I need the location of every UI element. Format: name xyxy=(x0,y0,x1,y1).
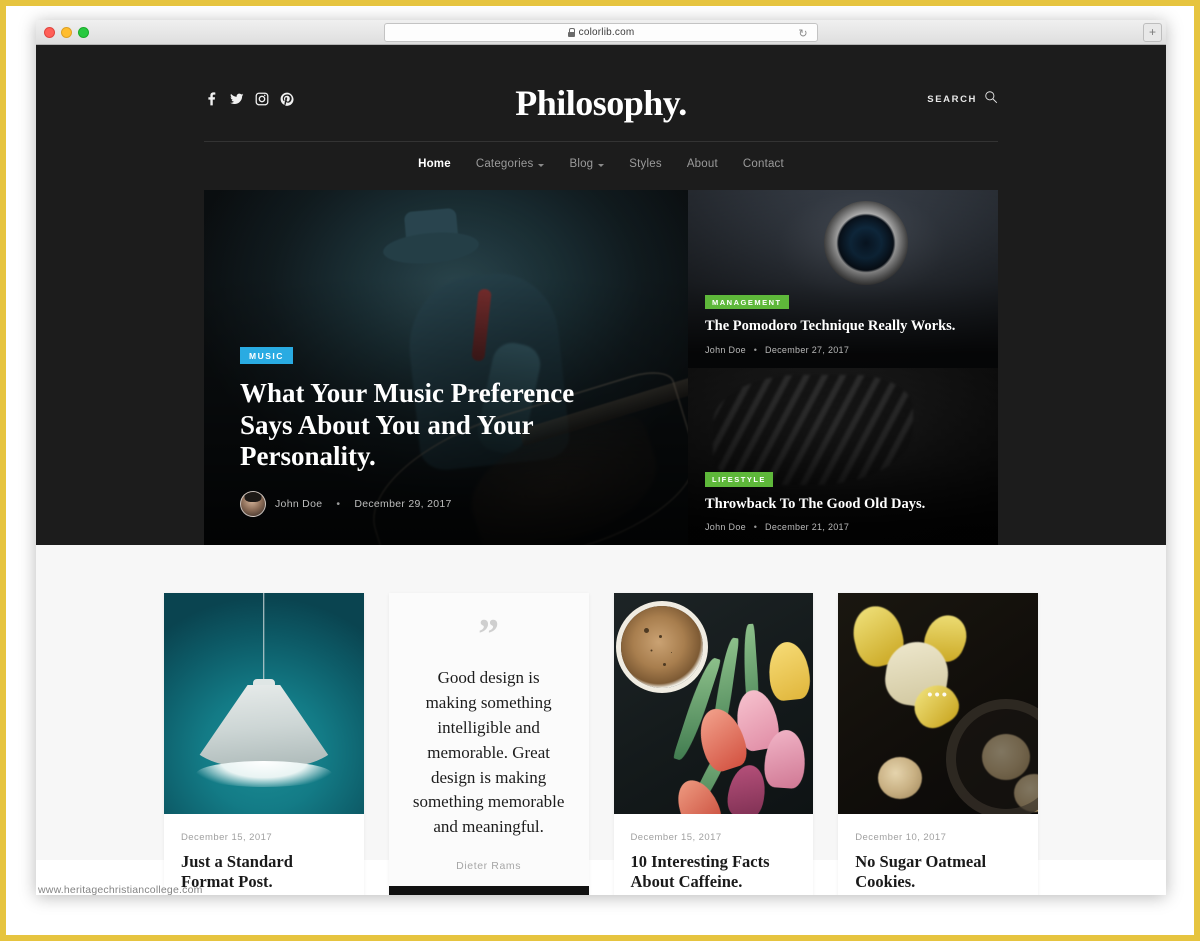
nav-item-contact[interactable]: Contact xyxy=(743,158,784,170)
nav-label: Categories xyxy=(475,158,534,170)
close-window-button[interactable] xyxy=(44,26,55,38)
hero-side-column: MANAGEMENT The Pomodoro Technique Really… xyxy=(688,190,998,545)
post-title[interactable]: 10 Interesting Facts About Caffeine. xyxy=(631,852,797,892)
side-post-meta: John Doe • December 27, 2017 xyxy=(705,345,981,355)
post-thumbnail-coffee[interactable] xyxy=(613,593,814,814)
reload-icon[interactable]: ↻ xyxy=(797,28,809,40)
main-navigation: Home Categories Blog Styles About Contac… xyxy=(36,142,1166,190)
next-card-peek xyxy=(388,886,589,895)
meta-separator: • xyxy=(753,344,758,355)
post-date: December 27, 2017 xyxy=(765,344,850,355)
hero-side-card-pomodoro[interactable]: MANAGEMENT The Pomodoro Technique Really… xyxy=(688,190,998,368)
site-logo[interactable]: Philosophy. xyxy=(515,85,687,121)
featured-post-meta: John Doe • December 29, 2017 xyxy=(240,491,652,517)
website-viewport: SEARCH Philosophy. Home Categories Blog xyxy=(36,45,1166,895)
maximize-window-button[interactable] xyxy=(78,26,89,38)
nav-item-about[interactable]: About xyxy=(687,158,718,170)
hero-section: MUSIC What Your Music Preference Says Ab… xyxy=(36,190,1166,545)
category-badge-lifestyle[interactable]: LIFESTYLE xyxy=(705,472,773,487)
post-date: December 29, 2017 xyxy=(354,498,452,510)
post-card-caffeine[interactable]: December 15, 2017 10 Interesting Facts A… xyxy=(613,593,814,895)
search-icon[interactable] xyxy=(984,90,998,109)
new-tab-button[interactable]: + xyxy=(1143,23,1162,42)
nav-label: Contact xyxy=(742,158,784,170)
social-links[interactable] xyxy=(204,92,294,107)
pinterest-icon[interactable] xyxy=(279,92,294,107)
post-thumbnail-lamp[interactable] xyxy=(164,593,364,814)
nav-item-styles[interactable]: Styles xyxy=(629,158,662,170)
post-date: December 21, 2017 xyxy=(765,522,850,532)
window-controls[interactable] xyxy=(44,26,89,38)
search-button[interactable]: SEARCH xyxy=(927,90,998,109)
post-card-standard-format[interactable]: December 15, 2017 Just a Standard Format… xyxy=(164,593,364,895)
featured-post-card[interactable]: MUSIC What Your Music Preference Says Ab… xyxy=(204,190,688,545)
site-header: SEARCH Philosophy. Home Categories Blog xyxy=(36,45,1166,190)
facebook-icon[interactable] xyxy=(204,92,219,107)
nav-label: Styles xyxy=(629,158,662,170)
author-name[interactable]: John Doe xyxy=(705,345,746,355)
author-name[interactable]: John Doe xyxy=(705,522,746,532)
nav-label: About xyxy=(686,158,718,170)
side-post-title[interactable]: The Pomodoro Technique Really Works. xyxy=(705,318,981,335)
quote-post-card[interactable]: ” Good design is making something intell… xyxy=(388,593,589,895)
hero-side-card-throwback[interactable]: LIFESTYLE Throwback To The Good Old Days… xyxy=(688,367,998,545)
minimize-window-button[interactable] xyxy=(61,26,72,38)
post-date: December 15, 2017 xyxy=(181,832,273,843)
url-text: colorlib.com xyxy=(578,27,635,38)
chevron-down-icon xyxy=(538,163,545,167)
featured-post-title[interactable]: What Your Music Preference Says About Yo… xyxy=(240,378,580,473)
watermark-text: www.heritagechristiancollege.com xyxy=(38,884,203,896)
nav-item-blog[interactable]: Blog xyxy=(569,158,605,170)
post-date: December 15, 2017 xyxy=(630,832,722,843)
author-name[interactable]: John Doe xyxy=(275,498,322,510)
address-bar[interactable]: colorlib.com ↻ xyxy=(384,23,818,42)
post-date: December 10, 2017 xyxy=(855,832,947,843)
quote-author: Dieter Rams xyxy=(456,860,522,873)
twitter-icon[interactable] xyxy=(229,92,244,107)
post-title[interactable]: No Sugar Oatmeal Cookies. xyxy=(855,852,1021,892)
nav-item-home[interactable]: Home xyxy=(418,158,451,170)
quote-icon: ” xyxy=(478,612,500,658)
nav-label: Blog xyxy=(569,158,594,170)
side-post-meta: John Doe • December 21, 2017 xyxy=(705,522,981,532)
category-badge-management[interactable]: MANAGEMENT xyxy=(705,294,789,310)
nav-label: Home xyxy=(418,158,451,170)
post-thumbnail-cookies[interactable]: ••• xyxy=(838,593,1038,814)
quote-text: Good design is making something intellig… xyxy=(412,668,565,837)
chevron-down-icon xyxy=(598,163,605,167)
browser-window: colorlib.com ↻ + SEARCH Philosophy. Home… xyxy=(36,20,1166,895)
instagram-icon[interactable] xyxy=(254,92,269,107)
post-grid-section: December 15, 2017 Just a Standard Format… xyxy=(36,545,1166,895)
author-avatar xyxy=(240,491,266,517)
post-title[interactable]: Just a Standard Format Post. xyxy=(181,852,347,892)
browser-toolbar: colorlib.com ↻ + xyxy=(36,20,1166,45)
side-post-title[interactable]: Throwback To The Good Old Days. xyxy=(705,496,981,513)
category-badge-music[interactable]: MUSIC xyxy=(240,346,293,365)
lock-icon xyxy=(567,28,576,37)
post-card-oatmeal-cookies[interactable]: ••• December 10, 2017 No Sugar Oatmeal C… xyxy=(838,593,1038,895)
gallery-dots-icon[interactable]: ••• xyxy=(927,687,949,702)
search-label: SEARCH xyxy=(927,93,977,105)
nav-item-categories[interactable]: Categories xyxy=(476,158,545,170)
meta-separator: • xyxy=(753,522,758,532)
meta-separator: • xyxy=(336,498,341,510)
